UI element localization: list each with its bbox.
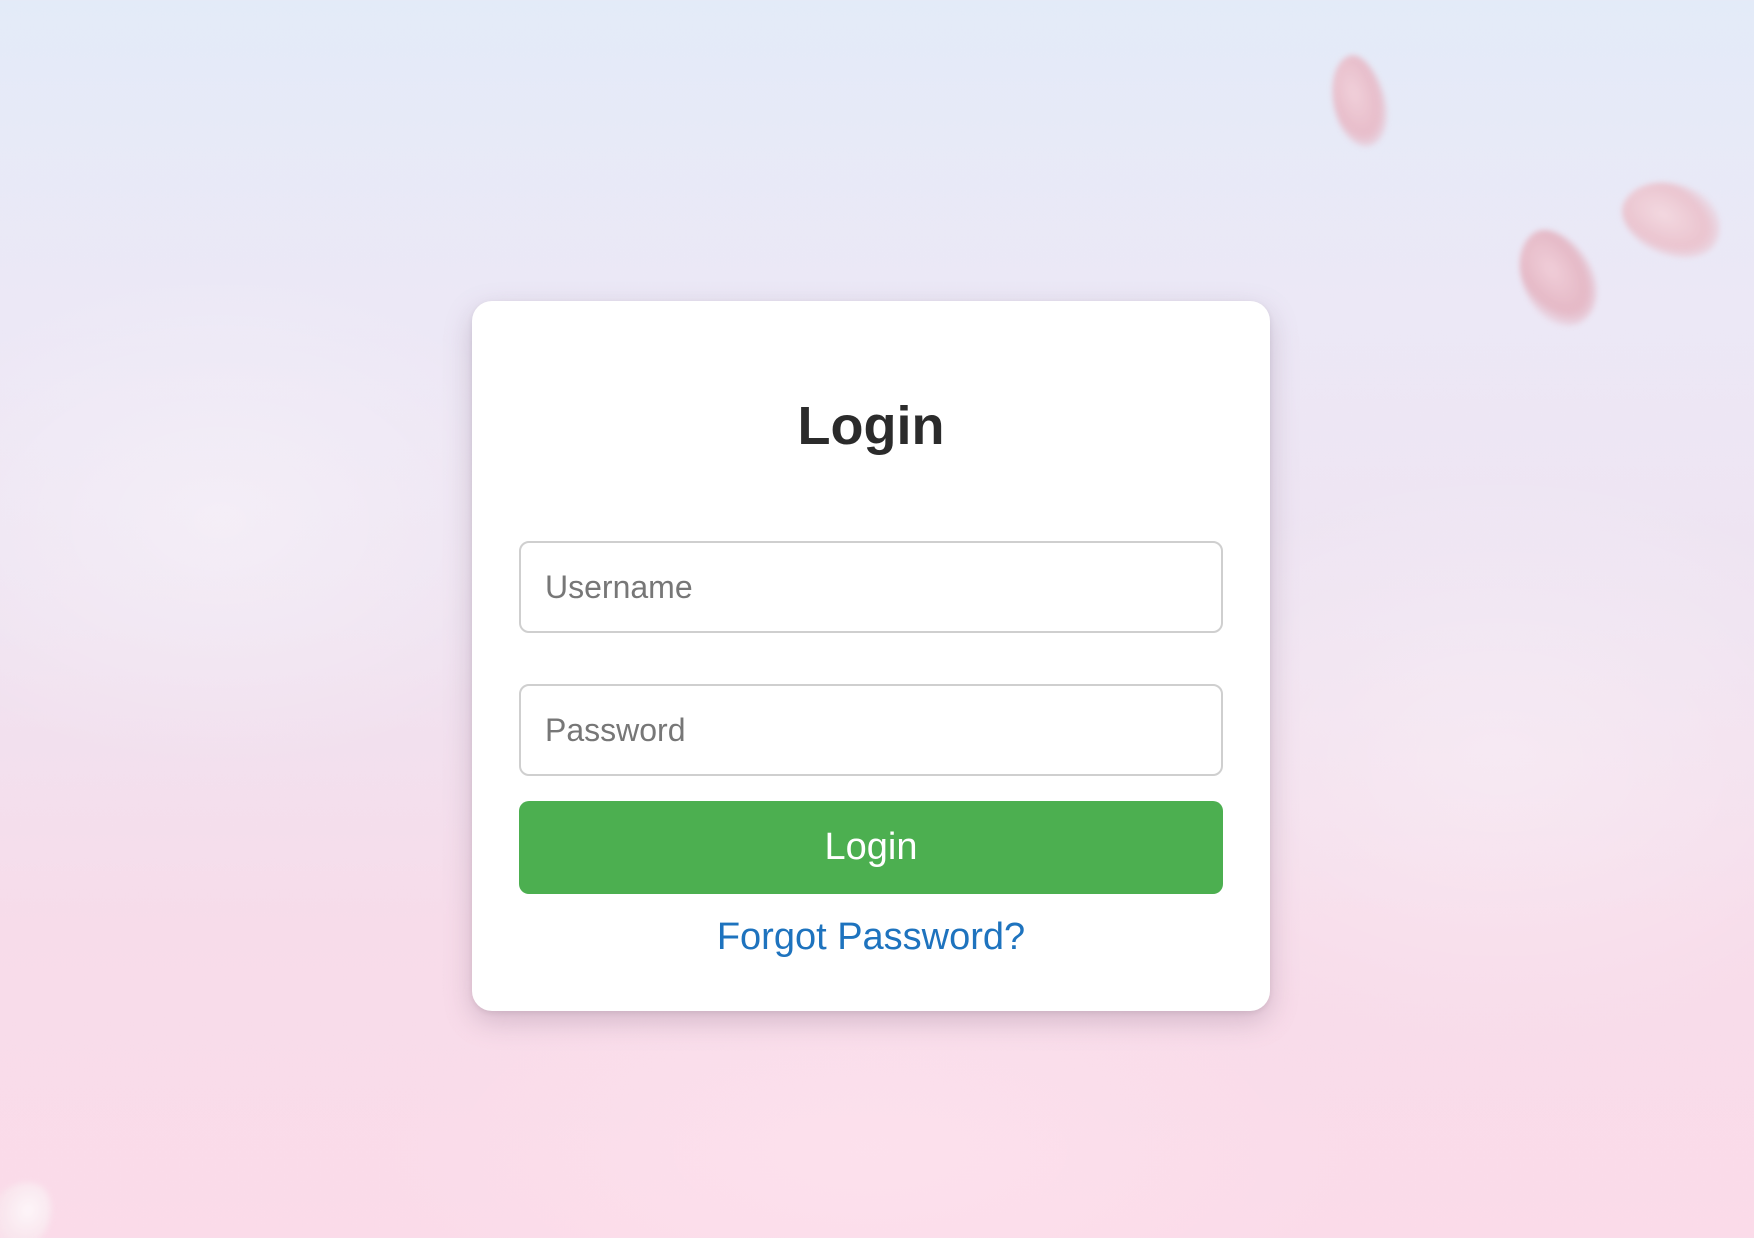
login-button[interactable]: Login — [519, 801, 1223, 894]
forgot-password-link[interactable]: Forgot Password? — [717, 916, 1025, 958]
login-card: Login Login Forgot Password? — [472, 301, 1270, 1011]
password-input[interactable] — [519, 684, 1223, 776]
username-input[interactable] — [519, 541, 1223, 633]
login-title: Login — [797, 396, 945, 456]
forgot-password-container: Forgot Password? — [472, 915, 1270, 961]
